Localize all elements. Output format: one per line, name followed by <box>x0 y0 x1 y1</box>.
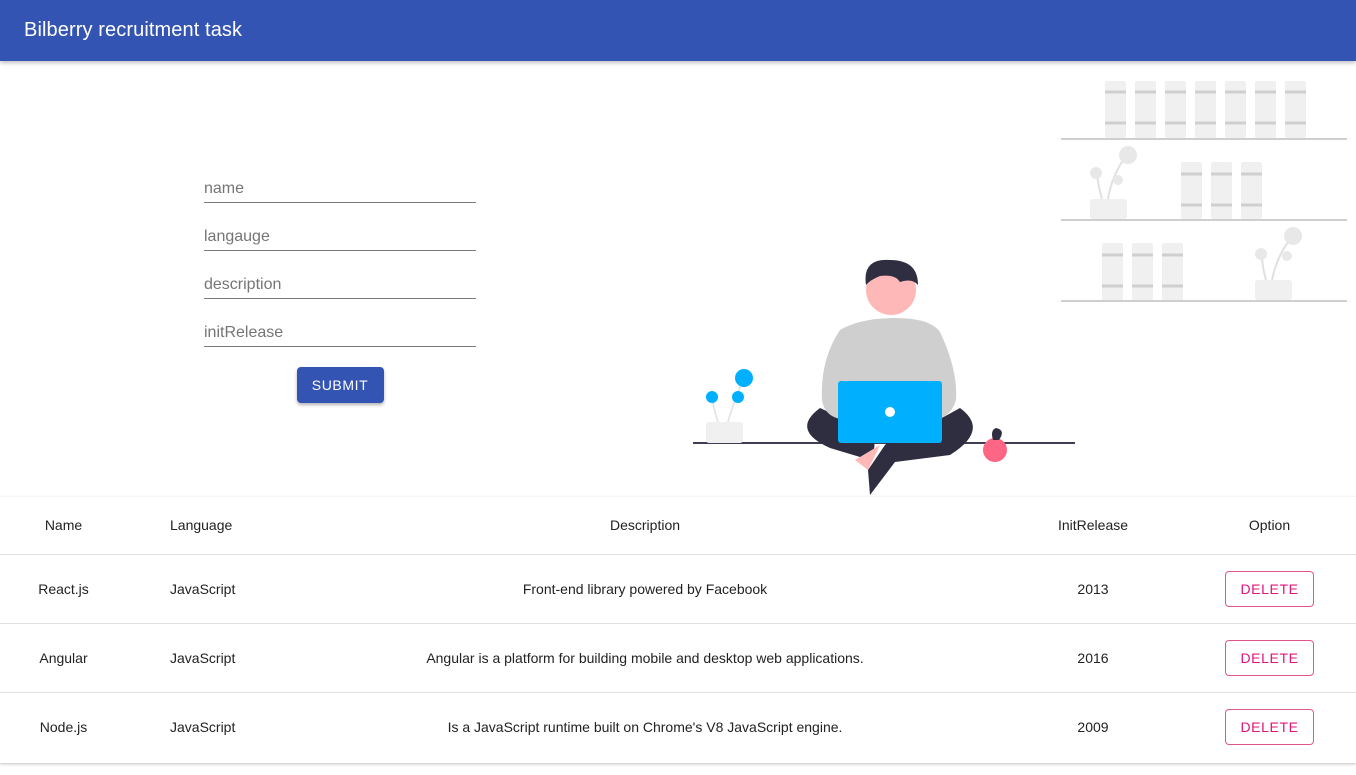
table-row: Node.js JavaScript Is a JavaScript runti… <box>0 692 1356 761</box>
init-release-field-wrap <box>204 309 476 357</box>
header-description: Description <box>287 497 1003 555</box>
bookshelf-illustration <box>1061 81 1347 302</box>
person-figure <box>807 259 973 495</box>
cell-name: React.js <box>0 554 127 624</box>
cell-language: JavaScript <box>127 554 287 624</box>
table-header: Name Language Description InitRelease Op… <box>0 497 1356 555</box>
cell-init-release: 2016 <box>1003 623 1183 693</box>
cell-option: DELETE <box>1183 623 1356 693</box>
cell-description: Front-end library powered by Facebook <box>287 554 1003 624</box>
description-input[interactable] <box>204 261 476 299</box>
header-name: Name <box>0 497 127 555</box>
language-input[interactable] <box>204 213 476 251</box>
language-form: SUBMIT <box>204 165 476 403</box>
cell-name: Node.js <box>39 718 88 735</box>
header-row: Name Language Description InitRelease Op… <box>0 497 1356 555</box>
table-row: React.js JavaScript Front-end library po… <box>0 554 1356 624</box>
header-language: Language <box>127 497 287 555</box>
cell-option: DELETE <box>1183 692 1356 761</box>
submit-wrap: SUBMIT <box>204 367 476 403</box>
app-bar: Bilberry recruitment task <box>0 0 1356 61</box>
languages-table: Name Language Description InitRelease Op… <box>0 497 1356 763</box>
delete-button[interactable]: DELETE <box>1225 570 1314 607</box>
delete-button[interactable]: DELETE <box>1225 639 1314 676</box>
cell-option: DELETE <box>1183 554 1356 624</box>
header-init-release: InitRelease <box>1003 497 1183 555</box>
cell-init-release: 2013 <box>1003 554 1183 624</box>
submit-button[interactable]: SUBMIT <box>296 367 384 403</box>
init-release-input[interactable] <box>204 309 476 347</box>
table-row: Angular JavaScript Angular is a platform… <box>0 623 1356 693</box>
name-input[interactable] <box>204 165 476 203</box>
header-option: Option <box>1183 497 1356 555</box>
table: Name Language Description InitRelease Op… <box>0 497 1356 761</box>
cell-name: Angular <box>0 623 127 693</box>
cell-init-release: 2009 <box>1077 718 1109 735</box>
description-field-wrap <box>204 261 476 309</box>
cell-language: JavaScript <box>170 718 236 735</box>
cell-description: Is a JavaScript runtime built on Chrome'… <box>447 718 843 735</box>
cell-language: JavaScript <box>127 623 287 693</box>
language-field-wrap <box>204 213 476 261</box>
cell-description: Angular is a platform for building mobil… <box>287 623 1003 693</box>
delete-button[interactable]: DELETE <box>1225 708 1314 745</box>
app-title: Bilberry recruitment task <box>24 19 243 41</box>
table-body: React.js JavaScript Front-end library po… <box>0 554 1356 761</box>
name-field-wrap <box>204 165 476 213</box>
